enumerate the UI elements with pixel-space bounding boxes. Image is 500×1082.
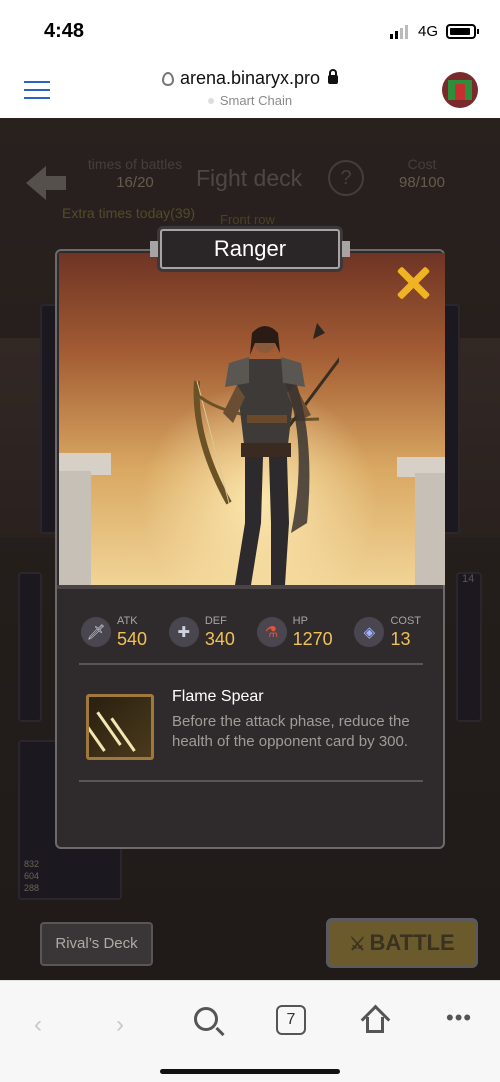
gem-icon: ◈ <box>354 617 385 647</box>
card-detail-modal: Ranger 🗡 ATK 540 ✚ DEF 340 ⚗ HP 1270 ◈ C… <box>55 229 445 849</box>
avatar[interactable] <box>442 72 478 108</box>
browser-toolbar: ‹ › 7 ••• <box>0 980 500 1082</box>
battle-button[interactable]: ⚔ BATTLE <box>326 918 478 968</box>
rivals-deck-button[interactable]: Rival’s Deck <box>40 922 153 966</box>
lock-icon <box>328 69 339 84</box>
skill-description: Before the attack phase, reduce the heal… <box>172 713 410 750</box>
close-icon[interactable] <box>395 265 431 301</box>
home-indicator <box>160 1069 340 1074</box>
network-subtitle: Smart Chain <box>0 93 500 108</box>
network-type: 4G <box>417 23 438 40</box>
shield-icon: ✚ <box>168 617 199 647</box>
stat-cost: ◈ COST 13 <box>354 615 421 649</box>
tabs-button[interactable]: 7 <box>276 1005 306 1035</box>
home-icon[interactable] <box>360 1003 390 1035</box>
potion-icon: ⚗ <box>256 617 287 647</box>
url-text: arena.binaryx.pro <box>179 68 321 88</box>
network-status-icon <box>207 98 214 104</box>
status-bar: 4:48 4G <box>0 0 500 62</box>
browser-address-bar: arena.binaryx.pro Smart Chain <box>0 62 500 118</box>
stat-atk: 🗡 ATK 540 <box>81 615 147 649</box>
skill-name: Flame Spear <box>172 688 264 705</box>
hero-artwork <box>59 253 445 585</box>
crossed-swords-icon: ⚔ <box>349 934 366 954</box>
divider <box>79 663 423 665</box>
battery-icon <box>446 24 479 39</box>
card-stats: 🗡 ATK 540 ✚ DEF 340 ⚗ HP 1270 ◈ COST 13 <box>81 615 421 649</box>
search-icon[interactable] <box>194 1007 218 1031</box>
url-field[interactable]: arena.binaryx.pro <box>0 68 500 89</box>
back-chevron-icon[interactable]: ‹ <box>34 1011 42 1039</box>
more-options-icon[interactable]: ••• <box>446 1005 472 1031</box>
forward-chevron-icon[interactable]: › <box>116 1011 124 1039</box>
stat-def: ✚ DEF 340 <box>168 615 235 649</box>
signal-icon <box>390 25 408 39</box>
flame-spear-icon <box>86 694 154 760</box>
card-name: Ranger <box>150 229 350 269</box>
site-logo-icon <box>161 72 174 86</box>
stat-hp: ⚗ HP 1270 <box>256 615 333 649</box>
ranger-figure <box>193 323 339 585</box>
status-time: 4:48 <box>44 20 85 42</box>
sword-icon: 🗡 <box>81 617 111 647</box>
divider <box>79 780 423 782</box>
